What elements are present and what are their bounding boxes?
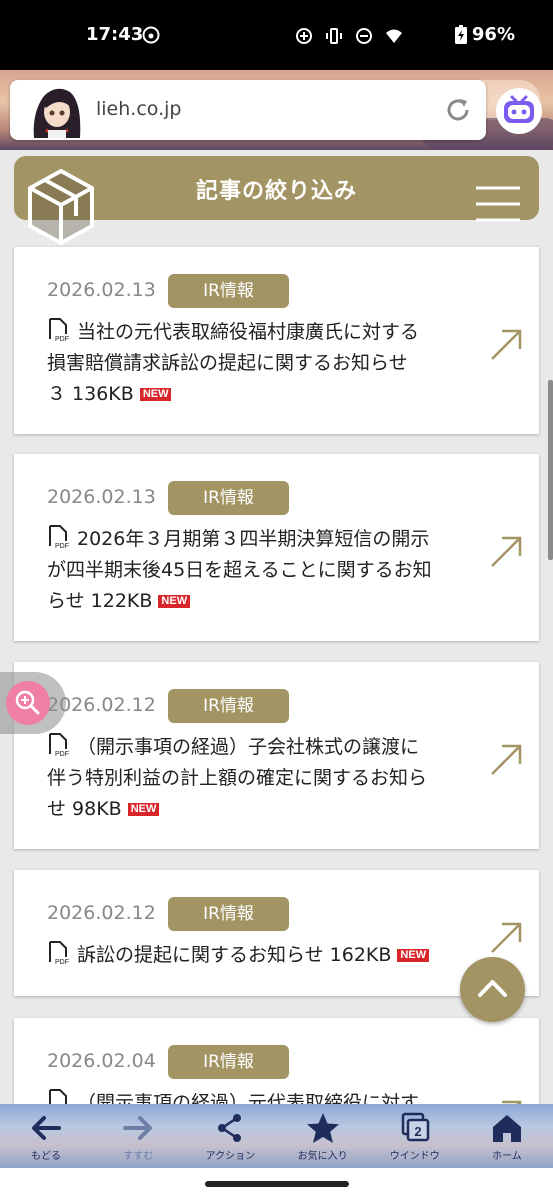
article-title-line: （開示事項の経過）子会社株式の譲渡に: [77, 736, 420, 758]
address-bar[interactable]: lieh.co.jp: [10, 80, 486, 140]
arrow-up-right-icon[interactable]: [490, 922, 522, 954]
article-title-line: らせ 122KB: [47, 590, 153, 612]
wifi-icon: [386, 29, 402, 43]
scrollbar[interactable]: [548, 380, 553, 560]
windows-icon: 2: [401, 1112, 430, 1142]
article-date: 2026.02.13: [47, 279, 156, 301]
svg-text:PDF: PDF: [55, 959, 69, 965]
extension-button[interactable]: [496, 88, 542, 134]
article-title-line: ３ 136KB: [47, 383, 134, 405]
article-title-line: 訴訟の提起に関するお知らせ 162KB: [77, 944, 392, 966]
pdf-icon: PDF: [49, 1089, 67, 1104]
article-card[interactable]: 2026.02.13 IR情報 PDF 当社の元代表取締役福村康廣氏に対する 損害…: [14, 247, 539, 434]
toolbar-forward-button[interactable]: すすむ: [92, 1104, 184, 1168]
article-title-line: 2026年３月期第３四半期決算短信の開示: [77, 528, 430, 550]
article-card[interactable]: 2026.02.13 IR情報 PDF 2026年３月期第３四半期決算短信の開示 …: [14, 454, 539, 641]
article-title-line: 損害賠償請求訴訟の提起に関するお知らせ: [47, 352, 408, 374]
article-tag[interactable]: IR情報: [168, 897, 289, 931]
battery-charging-icon: [455, 25, 467, 44]
toolbar-action-button[interactable]: アクション: [184, 1104, 276, 1168]
toolbar-home-button[interactable]: ホーム: [461, 1104, 553, 1168]
arrow-up-right-icon[interactable]: [490, 329, 522, 361]
toolbar-favorites-button[interactable]: お気に入り: [277, 1104, 369, 1168]
svg-text:PDF: PDF: [55, 336, 69, 342]
tv-bot-icon: [504, 95, 534, 123]
toolbar-back-button[interactable]: もどる: [0, 1104, 92, 1168]
article-tag[interactable]: IR情報: [168, 274, 289, 308]
article-title-line: が四半期末後45日を超えることに関するお知: [47, 559, 432, 581]
add-circle-icon: [296, 28, 312, 44]
article-date: 2026.02.12: [47, 902, 156, 924]
new-badge: NEW: [127, 803, 160, 816]
article-title[interactable]: PDF （開示事項の経過）元代表取締役に対す: [47, 1088, 467, 1104]
system-nav-bar: [0, 1168, 553, 1200]
article-card[interactable]: 2026.02.04 IR情報 PDF （開示事項の経過）元代表取締役に対す: [14, 1018, 539, 1104]
toolbar-label: アクション: [205, 1151, 256, 1162]
article-tag[interactable]: IR情報: [168, 481, 289, 515]
svg-text:PDF: PDF: [55, 543, 69, 549]
bottom-toolbar: もどる すすむ アクション お気に入り 2 ウインドウ ホーム: [0, 1104, 553, 1168]
window-count: 2: [414, 1124, 421, 1139]
toolbar-windows-button[interactable]: 2 ウインドウ: [369, 1104, 461, 1168]
svg-text:PDF: PDF: [55, 751, 69, 757]
zoom-circle: [6, 681, 50, 725]
article-date: 2026.02.04: [47, 1050, 156, 1072]
article-title-line: せ 98KB: [47, 798, 122, 820]
reload-icon[interactable]: [444, 96, 472, 124]
article-tag[interactable]: IR情報: [168, 1045, 289, 1079]
pdf-icon: PDF: [49, 941, 69, 965]
back-arrow-icon: [32, 1116, 62, 1140]
forward-arrow-icon: [123, 1116, 153, 1140]
new-badge: NEW: [158, 595, 191, 608]
article-title-line: 当社の元代表取締役福村康廣氏に対する: [77, 321, 420, 343]
article-title[interactable]: PDF （開示事項の経過）子会社株式の譲渡に 伴う特別利益の計上額の確定に関するお…: [47, 732, 467, 825]
browser-header: lieh.co.jp: [0, 70, 553, 150]
home-icon: [492, 1115, 521, 1142]
home-gesture-pill[interactable]: [205, 1181, 349, 1187]
article-date: 2026.02.13: [47, 486, 156, 508]
chevron-up-icon: [478, 980, 507, 997]
battery-percent: 96%: [471, 24, 515, 45]
arrow-up-right-icon[interactable]: [490, 744, 522, 776]
toolbar-label: ホーム: [492, 1151, 522, 1162]
arrow-up-right-icon[interactable]: [490, 536, 522, 568]
zoom-in-icon: [15, 690, 40, 715]
vibrate-icon: [326, 28, 342, 44]
status-bar: 17:43 96%: [0, 0, 553, 70]
article-title-line: 伴う特別利益の計上額の確定に関するお知ら: [47, 767, 428, 789]
status-time: 17:43: [86, 24, 144, 45]
article-tag[interactable]: IR情報: [168, 689, 289, 723]
article-title-line: （開示事項の経過）元代表取締役に対す: [77, 1092, 420, 1104]
article-title[interactable]: PDF 当社の元代表取締役福村康廣氏に対する 損害賠償請求訴訟の提起に関するお知ら…: [47, 317, 467, 410]
pdf-icon: PDF: [49, 733, 69, 757]
zoom-button[interactable]: [0, 672, 66, 734]
toolbar-label: すすむ: [123, 1151, 154, 1162]
url-text[interactable]: lieh.co.jp: [96, 98, 181, 120]
toolbar-label: ウインドウ: [389, 1151, 440, 1162]
hotspot-icon: [142, 26, 160, 44]
article-title[interactable]: PDF 訴訟の提起に関するお知らせ 162KB NEW: [47, 940, 467, 971]
article-card[interactable]: 2026.02.12 IR情報 PDF （開示事項の経過）子会社株式の譲渡に 伴う…: [14, 662, 539, 849]
new-badge: NEW: [139, 388, 172, 401]
new-badge: NEW: [397, 949, 430, 962]
dnd-icon: [356, 28, 372, 44]
pdf-icon: PDF: [49, 525, 69, 549]
hamburger-menu-icon[interactable]: [476, 186, 520, 222]
star-icon: [306, 1113, 339, 1143]
avatar[interactable]: [24, 82, 88, 138]
article-title[interactable]: PDF 2026年３月期第３四半期決算短信の開示 が四半期末後45日を超えることに…: [47, 524, 467, 617]
toolbar-label: もどる: [31, 1151, 61, 1162]
scroll-to-top-button[interactable]: [460, 957, 525, 1022]
pdf-icon: PDF: [49, 318, 69, 342]
share-icon: [218, 1114, 242, 1142]
toolbar-label: お気に入り: [297, 1151, 348, 1162]
